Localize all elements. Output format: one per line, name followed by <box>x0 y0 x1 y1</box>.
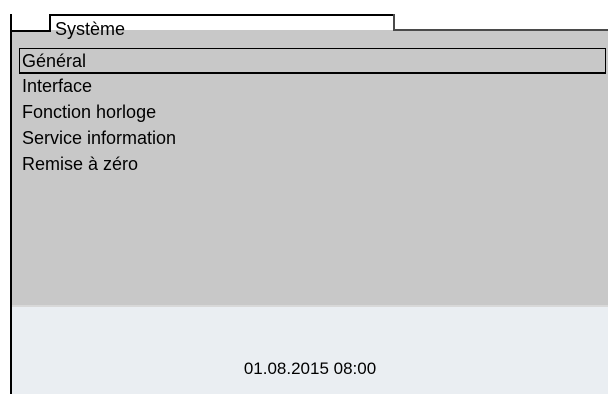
menu-item-service-information[interactable]: Service information <box>19 126 608 152</box>
tab-frame-top <box>49 14 395 16</box>
device-screen: 01.08.2015 08:00 Système Général Interfa… <box>0 0 608 394</box>
screen-left-border <box>10 14 12 394</box>
menu-item-general[interactable]: Général <box>19 48 606 74</box>
tab-frame-left-edge <box>49 14 51 32</box>
status-bar: 01.08.2015 08:00 <box>12 307 608 394</box>
menu-item-interface[interactable]: Interface <box>19 74 608 100</box>
menu-list: Général Interface Fonction horloge Servi… <box>19 48 608 178</box>
tab-frame-line-right <box>395 29 608 31</box>
menu-item-reset[interactable]: Remise à zéro <box>19 152 608 178</box>
menu-item-clock-function[interactable]: Fonction horloge <box>19 100 608 126</box>
status-datetime: 01.08.2015 08:00 <box>243 359 377 378</box>
tab-frame-line-left <box>12 30 50 32</box>
tab-system[interactable]: Système <box>55 18 125 40</box>
